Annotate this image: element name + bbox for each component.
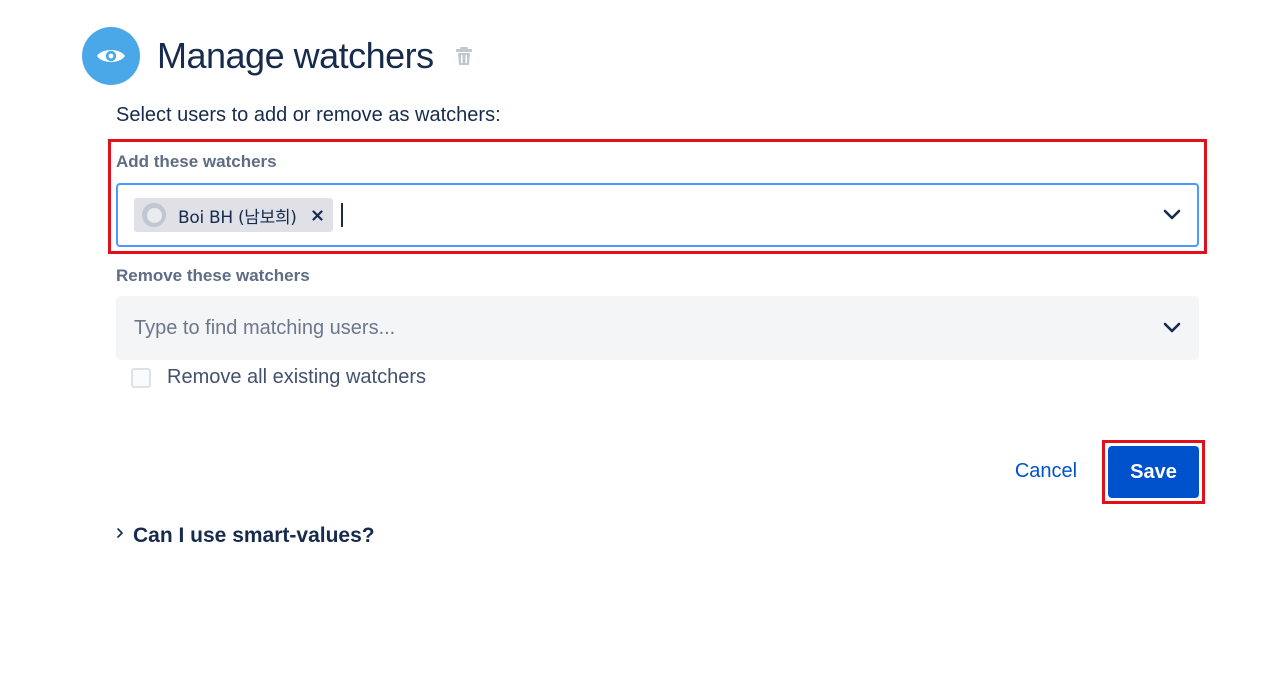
remove-watchers-label: Remove these watchers: [116, 266, 310, 285]
user-chip: Boi BH (남보희): [134, 198, 333, 232]
remove-all-checkbox[interactable]: [131, 367, 151, 388]
remove-all-label[interactable]: Remove all existing watchers: [167, 366, 426, 389]
remove-chip-icon[interactable]: [311, 208, 325, 222]
cancel-button[interactable]: Cancel: [1000, 448, 1092, 494]
chevron-down-icon[interactable]: [1161, 317, 1183, 339]
remove-watchers-select[interactable]: Type to find matching users...: [116, 296, 1199, 360]
remove-watchers-placeholder: Type to find matching users...: [134, 316, 396, 339]
page-title: Manage watchers: [157, 35, 434, 76]
trash-icon[interactable]: [454, 43, 474, 69]
chevron-right-icon: [114, 526, 126, 540]
user-chip-label: Boi BH (남보희): [178, 207, 297, 228]
panel-header: Manage watchers: [82, 25, 474, 87]
chevron-down-icon[interactable]: [1161, 204, 1183, 226]
smart-values-label: Can I use smart-values?: [133, 524, 375, 547]
add-watchers-select[interactable]: Boi BH (남보희): [116, 183, 1199, 247]
save-button[interactable]: Save: [1108, 446, 1199, 498]
eye-icon: [82, 27, 140, 85]
add-watchers-label: Add these watchers: [116, 152, 277, 171]
avatar: [142, 203, 166, 227]
manage-watchers-panel: Manage watchers Select users to add or r…: [0, 0, 1280, 695]
smart-values-toggle[interactable]: Can I use smart-values?: [114, 524, 375, 548]
text-cursor: [340, 203, 343, 227]
remove-all-row: Remove all existing watchers: [131, 366, 426, 389]
intro-text: Select users to add or remove as watcher…: [116, 104, 501, 126]
